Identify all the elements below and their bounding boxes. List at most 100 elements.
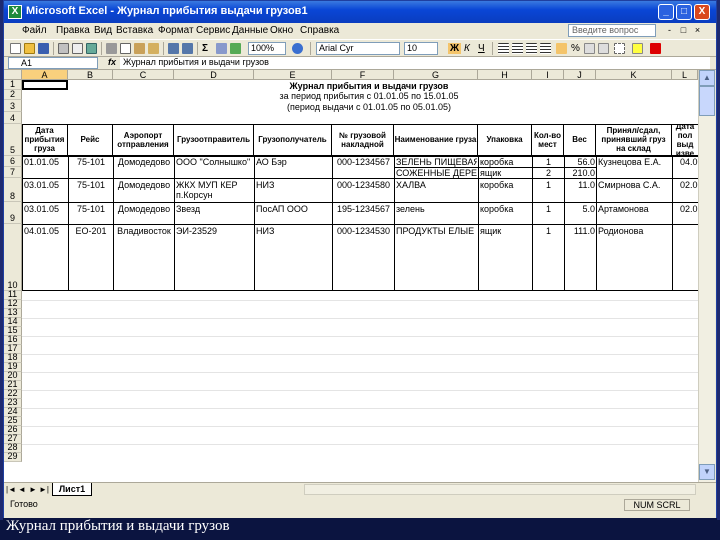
menu-window[interactable]: Окно <box>270 25 293 36</box>
menu-data[interactable]: Данные <box>232 25 268 36</box>
row5-shipper[interactable]: ЭИ-23529 <box>176 226 253 236</box>
spreadsheet-grid[interactable]: A B C D E F G H I J K L 1 2 3 4 5 6 7 8 … <box>4 70 698 482</box>
fill-color-icon[interactable] <box>632 43 643 54</box>
doc-minimize-button[interactable]: - <box>664 24 675 37</box>
column-header-c[interactable]: C <box>113 70 174 80</box>
row-header-9[interactable]: 9 <box>4 202 22 224</box>
row-header-8[interactable]: 8 <box>4 178 22 202</box>
row-header-5[interactable]: 5 <box>4 124 22 156</box>
autosum-icon[interactable]: Σ <box>202 43 208 54</box>
row-header-4[interactable]: 4 <box>4 112 22 124</box>
align-center-icon[interactable] <box>512 43 523 54</box>
column-header-h[interactable]: H <box>478 70 532 80</box>
header-pieces[interactable]: Кол-во мест <box>532 124 564 156</box>
next-sheet-icon[interactable]: ► <box>28 484 38 495</box>
copy-icon[interactable] <box>120 43 131 54</box>
row-header-6[interactable]: 6 <box>4 156 22 167</box>
header-packaging[interactable]: Упаковка <box>478 124 532 156</box>
chart-wizard-icon[interactable] <box>230 43 241 54</box>
row4-consignee[interactable]: ПосАП ООО <box>256 204 331 214</box>
row1-airport[interactable]: Домодедово <box>115 157 173 167</box>
row-header-10[interactable]: 10 <box>4 224 22 291</box>
menu-edit[interactable]: Правка <box>56 25 90 36</box>
italic-button[interactable]: К <box>464 43 470 54</box>
row-header-3[interactable]: 3 <box>4 100 22 112</box>
decrease-decimal-icon[interactable] <box>598 43 609 54</box>
column-header-i[interactable]: I <box>532 70 564 80</box>
new-icon[interactable] <box>10 43 21 54</box>
borders-icon[interactable] <box>614 43 625 54</box>
row3-weight[interactable]: 11.0 <box>566 180 595 190</box>
issue-period[interactable]: (период выдачи с 01.01.05 по 05.01.05) <box>174 102 564 112</box>
font-size-select[interactable]: 10 <box>404 42 438 55</box>
merge-center-icon[interactable] <box>540 43 551 54</box>
horizontal-scrollbar[interactable] <box>304 484 696 495</box>
redo-icon[interactable] <box>182 43 193 54</box>
print-icon[interactable] <box>58 43 69 54</box>
format-painter-icon[interactable] <box>148 43 159 54</box>
row4-cargo[interactable]: зелень <box>396 204 477 214</box>
doc-close-button[interactable]: × <box>692 24 703 37</box>
currency-icon[interactable] <box>556 43 567 54</box>
fx-icon[interactable]: fx <box>108 57 116 67</box>
row3-notice[interactable]: 02.0 <box>680 180 698 190</box>
column-header-d[interactable]: D <box>174 70 254 80</box>
row1-received[interactable]: Кузнецова Е.А. <box>598 157 671 167</box>
header-received-by[interactable]: Принял/сдал, принявший груз на склад <box>596 124 672 156</box>
row-header-29[interactable]: 29 <box>4 452 22 462</box>
row2-packaging[interactable]: ящик <box>480 168 531 178</box>
row3-cargo[interactable]: ХАЛВА <box>396 180 477 190</box>
last-sheet-icon[interactable]: ►| <box>39 484 49 495</box>
row1-pieces[interactable]: 1 <box>534 157 563 167</box>
sheet-tab-1[interactable]: Лист1 <box>52 483 92 496</box>
column-header-l[interactable]: L <box>672 70 698 80</box>
row5-date[interactable]: 04.01.05 <box>24 226 59 236</box>
menu-help[interactable]: Справка <box>300 25 339 36</box>
row5-waybill[interactable]: 000-1234530 <box>334 226 393 236</box>
scroll-up-icon[interactable]: ▲ <box>699 70 715 86</box>
scroll-down-icon[interactable]: ▼ <box>699 464 715 480</box>
header-arrival-date[interactable]: Дата прибытия груза <box>22 124 68 156</box>
row4-pieces[interactable]: 1 <box>534 204 563 214</box>
help-icon[interactable] <box>292 43 303 54</box>
align-right-icon[interactable] <box>526 43 537 54</box>
help-search-input[interactable]: Введите вопрос <box>568 24 656 37</box>
row1-flight[interactable]: 75-101 <box>70 157 112 167</box>
arrival-period[interactable]: за период прибытия с 01.01.05 по 15.01.0… <box>174 91 564 101</box>
align-left-icon[interactable] <box>498 43 509 54</box>
menu-tools[interactable]: Сервис <box>196 25 230 36</box>
column-header-k[interactable]: K <box>596 70 672 80</box>
font-select[interactable]: Arial Cyr <box>316 42 400 55</box>
formula-input[interactable]: Журнал прибытия и выдачи грузов <box>120 57 710 69</box>
row5-pieces[interactable]: 1 <box>534 226 563 236</box>
row5-received[interactable]: Родионова <box>598 226 671 236</box>
close-button[interactable]: X <box>694 4 710 20</box>
menu-format[interactable]: Формат <box>158 25 194 36</box>
row1-consignee[interactable]: АО Бэр <box>256 157 331 167</box>
column-header-g[interactable]: G <box>394 70 478 80</box>
row3-waybill[interactable]: 000-1234580 <box>334 180 393 190</box>
row3-shipper[interactable]: ЖКХ МУП КЕР п.Корсун <box>176 180 252 200</box>
header-waybill-number[interactable]: № грузовой накладной <box>332 124 394 156</box>
active-cell-a1[interactable] <box>22 80 68 90</box>
menu-view[interactable]: Вид <box>94 25 112 36</box>
open-icon[interactable] <box>24 43 35 54</box>
row4-received[interactable]: Артамонова <box>598 204 671 214</box>
scroll-thumb[interactable] <box>699 86 715 116</box>
header-departure-airport[interactable]: Аэропорт отправления <box>113 124 174 156</box>
row3-date[interactable]: 03.01.05 <box>24 180 59 190</box>
sort-icon[interactable] <box>216 43 227 54</box>
row4-shipper[interactable]: Звезд <box>176 204 253 214</box>
row1-date[interactable]: 01.01.05 <box>24 157 59 167</box>
bold-button[interactable]: Ж <box>448 43 462 54</box>
row1-notice[interactable]: 04.0 <box>680 157 698 167</box>
row4-packaging[interactable]: коробка <box>480 204 531 214</box>
row4-weight[interactable]: 5.0 <box>566 204 595 214</box>
cut-icon[interactable] <box>106 43 117 54</box>
row2-weight[interactable]: 210.0 <box>566 168 595 178</box>
row3-pieces[interactable]: 1 <box>534 180 563 190</box>
row5-weight[interactable]: 111.0 <box>566 226 595 236</box>
row4-airport[interactable]: Домодедово <box>115 204 173 214</box>
name-box[interactable]: A1 <box>8 57 98 69</box>
zoom-select[interactable]: 100% <box>248 42 286 55</box>
